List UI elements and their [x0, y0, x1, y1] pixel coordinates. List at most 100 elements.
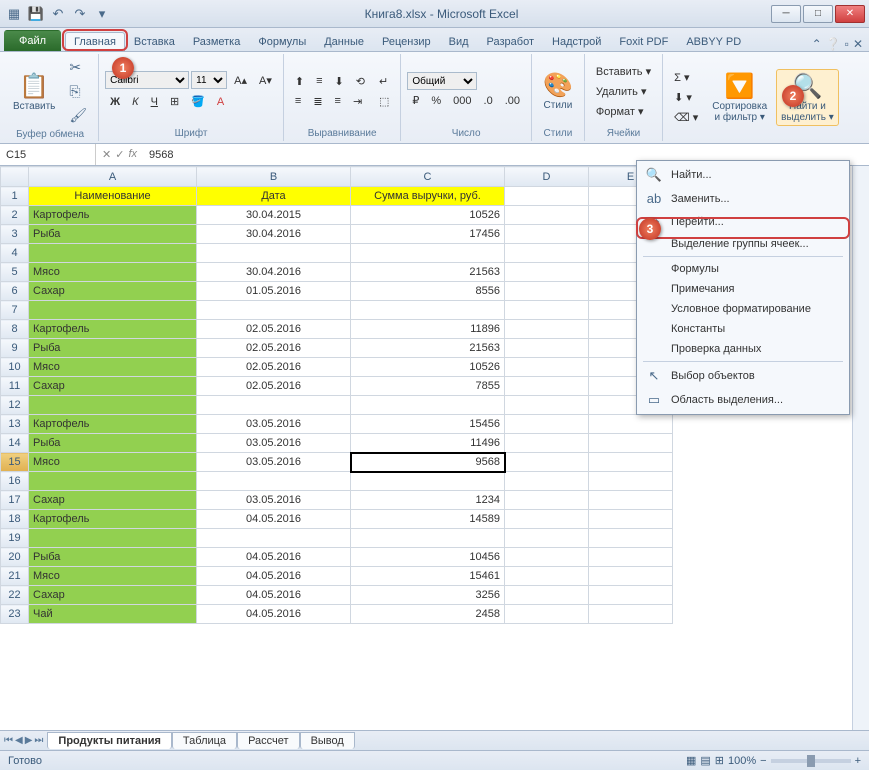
menu-find[interactable]: 🔍Найти...	[639, 163, 847, 187]
row-header-12[interactable]: 12	[1, 396, 29, 415]
cell[interactable]	[589, 586, 673, 605]
qat-more-icon[interactable]: ▾	[92, 4, 112, 24]
dec-decimal-button[interactable]: .00	[500, 91, 525, 110]
cell[interactable]	[197, 244, 351, 263]
undo-icon[interactable]: ↶	[48, 4, 68, 24]
cell[interactable]: 30.04.2016	[197, 263, 351, 282]
tab-home[interactable]: Главная	[65, 32, 125, 51]
cell[interactable]: Сахар	[29, 491, 197, 510]
cell[interactable]	[589, 605, 673, 624]
cell[interactable]: Мясо	[29, 358, 197, 377]
merge-button[interactable]: ⬚	[374, 92, 394, 111]
vertical-scrollbar[interactable]	[852, 166, 869, 730]
align-middle-button[interactable]: ≡	[311, 72, 327, 91]
row-header-19[interactable]: 19	[1, 529, 29, 548]
row-header-18[interactable]: 18	[1, 510, 29, 529]
cell[interactable]	[351, 396, 505, 415]
inc-decimal-button[interactable]: .0	[479, 91, 498, 110]
paste-button[interactable]: 📋 Вставить	[8, 69, 60, 115]
cell[interactable]	[505, 377, 589, 396]
formula-input[interactable]: 9568	[143, 149, 869, 161]
cell[interactable]	[29, 244, 197, 263]
cell[interactable]: 1234	[351, 491, 505, 510]
cell[interactable]: 10456	[351, 548, 505, 567]
cell[interactable]: 21563	[351, 339, 505, 358]
cell[interactable]: Картофель	[29, 206, 197, 225]
maximize-button[interactable]: □	[803, 5, 833, 23]
minimize-ribbon-icon[interactable]: ⌃	[812, 37, 822, 51]
row-header-3[interactable]: 3	[1, 225, 29, 244]
cell[interactable]: Картофель	[29, 510, 197, 529]
cell[interactable]: Рыба	[29, 225, 197, 244]
cell[interactable]	[505, 396, 589, 415]
zoom-level[interactable]: 100%	[728, 755, 756, 767]
cell[interactable]: 04.05.2016	[197, 510, 351, 529]
menu-condfmt[interactable]: Условное форматирование	[639, 299, 847, 319]
styles-button[interactable]: 🎨 Стили	[538, 68, 578, 114]
row-header-22[interactable]: 22	[1, 586, 29, 605]
cell[interactable]	[505, 548, 589, 567]
cell[interactable]	[351, 301, 505, 320]
cell[interactable]: 03.05.2016	[197, 491, 351, 510]
cell[interactable]: 2458	[351, 605, 505, 624]
cell[interactable]	[505, 567, 589, 586]
cell[interactable]	[505, 510, 589, 529]
cell[interactable]: 02.05.2016	[197, 320, 351, 339]
cell[interactable]	[505, 187, 589, 206]
col-header-A[interactable]: A	[29, 167, 197, 187]
cell[interactable]: 01.05.2016	[197, 282, 351, 301]
cell[interactable]	[589, 453, 673, 472]
cell[interactable]: 8556	[351, 282, 505, 301]
cell[interactable]: 11496	[351, 434, 505, 453]
cell[interactable]	[29, 301, 197, 320]
cell[interactable]: 3256	[351, 586, 505, 605]
tab-view[interactable]: Вид	[440, 32, 478, 51]
fill-button[interactable]: ⬇ ▾	[669, 88, 703, 107]
prev-sheet-icon[interactable]: ◀	[15, 735, 23, 746]
view-break-icon[interactable]: ⊞	[715, 754, 724, 767]
cell[interactable]	[29, 529, 197, 548]
cell[interactable]: 10526	[351, 358, 505, 377]
sheet-tab[interactable]: Продукты питания	[47, 732, 172, 749]
indent-button[interactable]: ⇥	[348, 92, 367, 111]
cell[interactable]: Мясо	[29, 263, 197, 282]
tab-layout[interactable]: Разметка	[184, 32, 250, 51]
font-size-select[interactable]: 11	[191, 71, 227, 89]
cell[interactable]	[589, 491, 673, 510]
row-header-10[interactable]: 10	[1, 358, 29, 377]
cell[interactable]	[589, 548, 673, 567]
cell[interactable]: 03.05.2016	[197, 453, 351, 472]
menu-replace[interactable]: abЗаменить...	[639, 187, 847, 210]
sheet-tab[interactable]: Вывод	[300, 732, 355, 749]
percent-button[interactable]: %	[426, 91, 446, 110]
cancel-icon[interactable]: ✕	[102, 148, 111, 161]
restore-icon[interactable]: ▫	[845, 37, 849, 51]
comma-button[interactable]: 000	[448, 91, 476, 110]
align-center-button[interactable]: ≣	[308, 92, 327, 111]
cell[interactable]	[505, 434, 589, 453]
cell[interactable]: 11896	[351, 320, 505, 339]
wrap-text-button[interactable]: ↵	[374, 72, 394, 91]
font-color-button[interactable]: A	[212, 92, 229, 111]
help-icon[interactable]: ❔	[826, 37, 841, 51]
view-normal-icon[interactable]: ▦	[686, 754, 696, 767]
format-cells-button[interactable]: Формат ▾	[591, 102, 656, 121]
row-header-4[interactable]: 4	[1, 244, 29, 263]
cell[interactable]	[505, 301, 589, 320]
row-header-9[interactable]: 9	[1, 339, 29, 358]
next-sheet-icon[interactable]: ▶	[25, 735, 33, 746]
name-box[interactable]: C15	[0, 144, 96, 165]
delete-cells-button[interactable]: Удалить ▾	[591, 82, 656, 101]
menu-goto[interactable]: ➡Перейти...	[639, 210, 847, 234]
cell[interactable]: Сахар	[29, 377, 197, 396]
currency-button[interactable]: ₽	[407, 91, 424, 110]
menu-select-objects[interactable]: ↖Выбор объектов	[639, 364, 847, 388]
menu-goto-special[interactable]: Выделение группы ячеек...	[639, 234, 847, 254]
cell[interactable]: 15456	[351, 415, 505, 434]
cell[interactable]	[505, 244, 589, 263]
sort-filter-button[interactable]: 🔽 Сортировка и фильтр ▾	[707, 69, 772, 126]
tab-formulas[interactable]: Формулы	[249, 32, 315, 51]
cell[interactable]	[197, 529, 351, 548]
header-cell[interactable]: Наименование	[29, 187, 197, 206]
cell[interactable]	[589, 434, 673, 453]
